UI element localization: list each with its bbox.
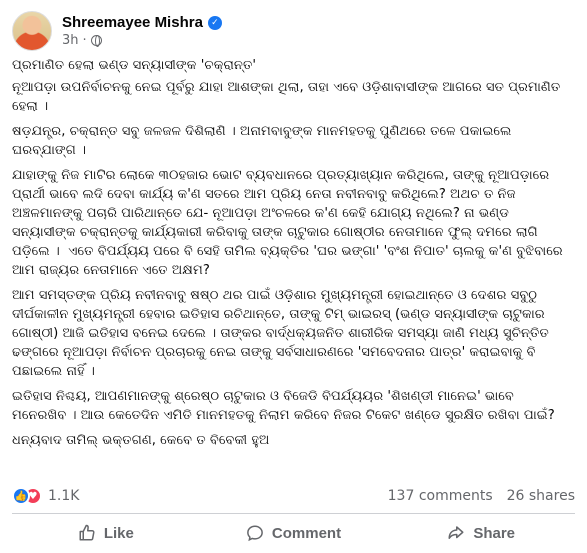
comment-button[interactable]: Comment [200, 516, 388, 550]
action-bar: Like Comment Share [12, 516, 575, 550]
verified-badge-icon: ✓ [207, 15, 222, 30]
author-name[interactable]: Shreemayee Mishra [62, 14, 203, 31]
comment-label: Comment [271, 524, 342, 542]
meta-separator: · [82, 33, 87, 48]
like-label: Like [103, 524, 134, 542]
comments-count[interactable]: 137 comments [388, 488, 493, 504]
share-label: Share [473, 524, 516, 542]
author-avatar[interactable] [12, 11, 52, 51]
post-time[interactable]: 3h [62, 33, 79, 48]
like-reaction-icon[interactable]: 👍 [12, 487, 30, 505]
globe-icon [90, 35, 102, 47]
reaction-bar: 👍 ♥ 1.1K 137 comments 26 shares [12, 487, 575, 505]
post-header: Shreemayee Mishra ✓ 3h · [12, 0, 575, 56]
shares-count[interactable]: 26 shares [507, 488, 575, 504]
share-button[interactable]: Share [387, 516, 575, 550]
thumbs-up-icon [79, 524, 95, 541]
post-paragraph: ନୂଆପଡ଼ା ଉପନିର୍ବାଚନକୁ ନେଇ ପୂର୍ବରୁ ଯାହା ଆଶ… [12, 80, 565, 114]
post-paragraph: ଆମ ସମସ୍ତଙ୍କ ପ୍ରିୟ ନବୀନବାବୁ ଷଷ୍ଠ ଥର ପାଇଁ … [12, 288, 554, 379]
post-paragraph: ଯାହାଙ୍କୁ ନିଜ ମାଟିର ଲୋକେ ୩୦ହଜାର ଭୋଟ ବ୍ୟବଧ… [12, 168, 567, 278]
share-icon [448, 526, 464, 539]
divider [12, 513, 575, 514]
post-paragraph: ଷଡ଼ଯନ୍ତ୍ର, ଚକ୍ରାନ୍ତ ସବୁ ଜଳଜଳ ଦିଶିଲାଣି । … [12, 124, 516, 158]
post-paragraph: ଧନ୍ୟବାଦ ତାମିଲ୍ ଭକ୍ତଗଣ, କେବେ ତ ବିବେକୀ ହୁଅ [12, 433, 270, 448]
comment-icon [247, 525, 263, 542]
reactions-count[interactable]: 1.1K [48, 488, 79, 504]
post-paragraph: ପ୍ରମାଣିତ ହେଲା ଭଣ୍ଡ ସନ୍ୟାସୀଙ୍କ 'ଚକ୍ରାନ୍ତ' [12, 58, 257, 73]
like-button[interactable]: Like [12, 516, 200, 550]
post-paragraph: ଇତିହାସ ନିଶ୍ଚୟ, ଆପଣମାନଙ୍କୁ ଶ୍ରେଷ୍ଠ ଚାଟୁକା… [12, 389, 555, 423]
facebook-post: Shreemayee Mishra ✓ 3h · ପ୍ରମାଣିତ ହେଲା ଭ… [0, 0, 587, 553]
post-body: ପ୍ରମାଣିତ ହେଲା ଭଣ୍ଡ ସନ୍ୟାସୀଙ୍କ 'ଚକ୍ରାନ୍ତ'… [12, 56, 575, 450]
